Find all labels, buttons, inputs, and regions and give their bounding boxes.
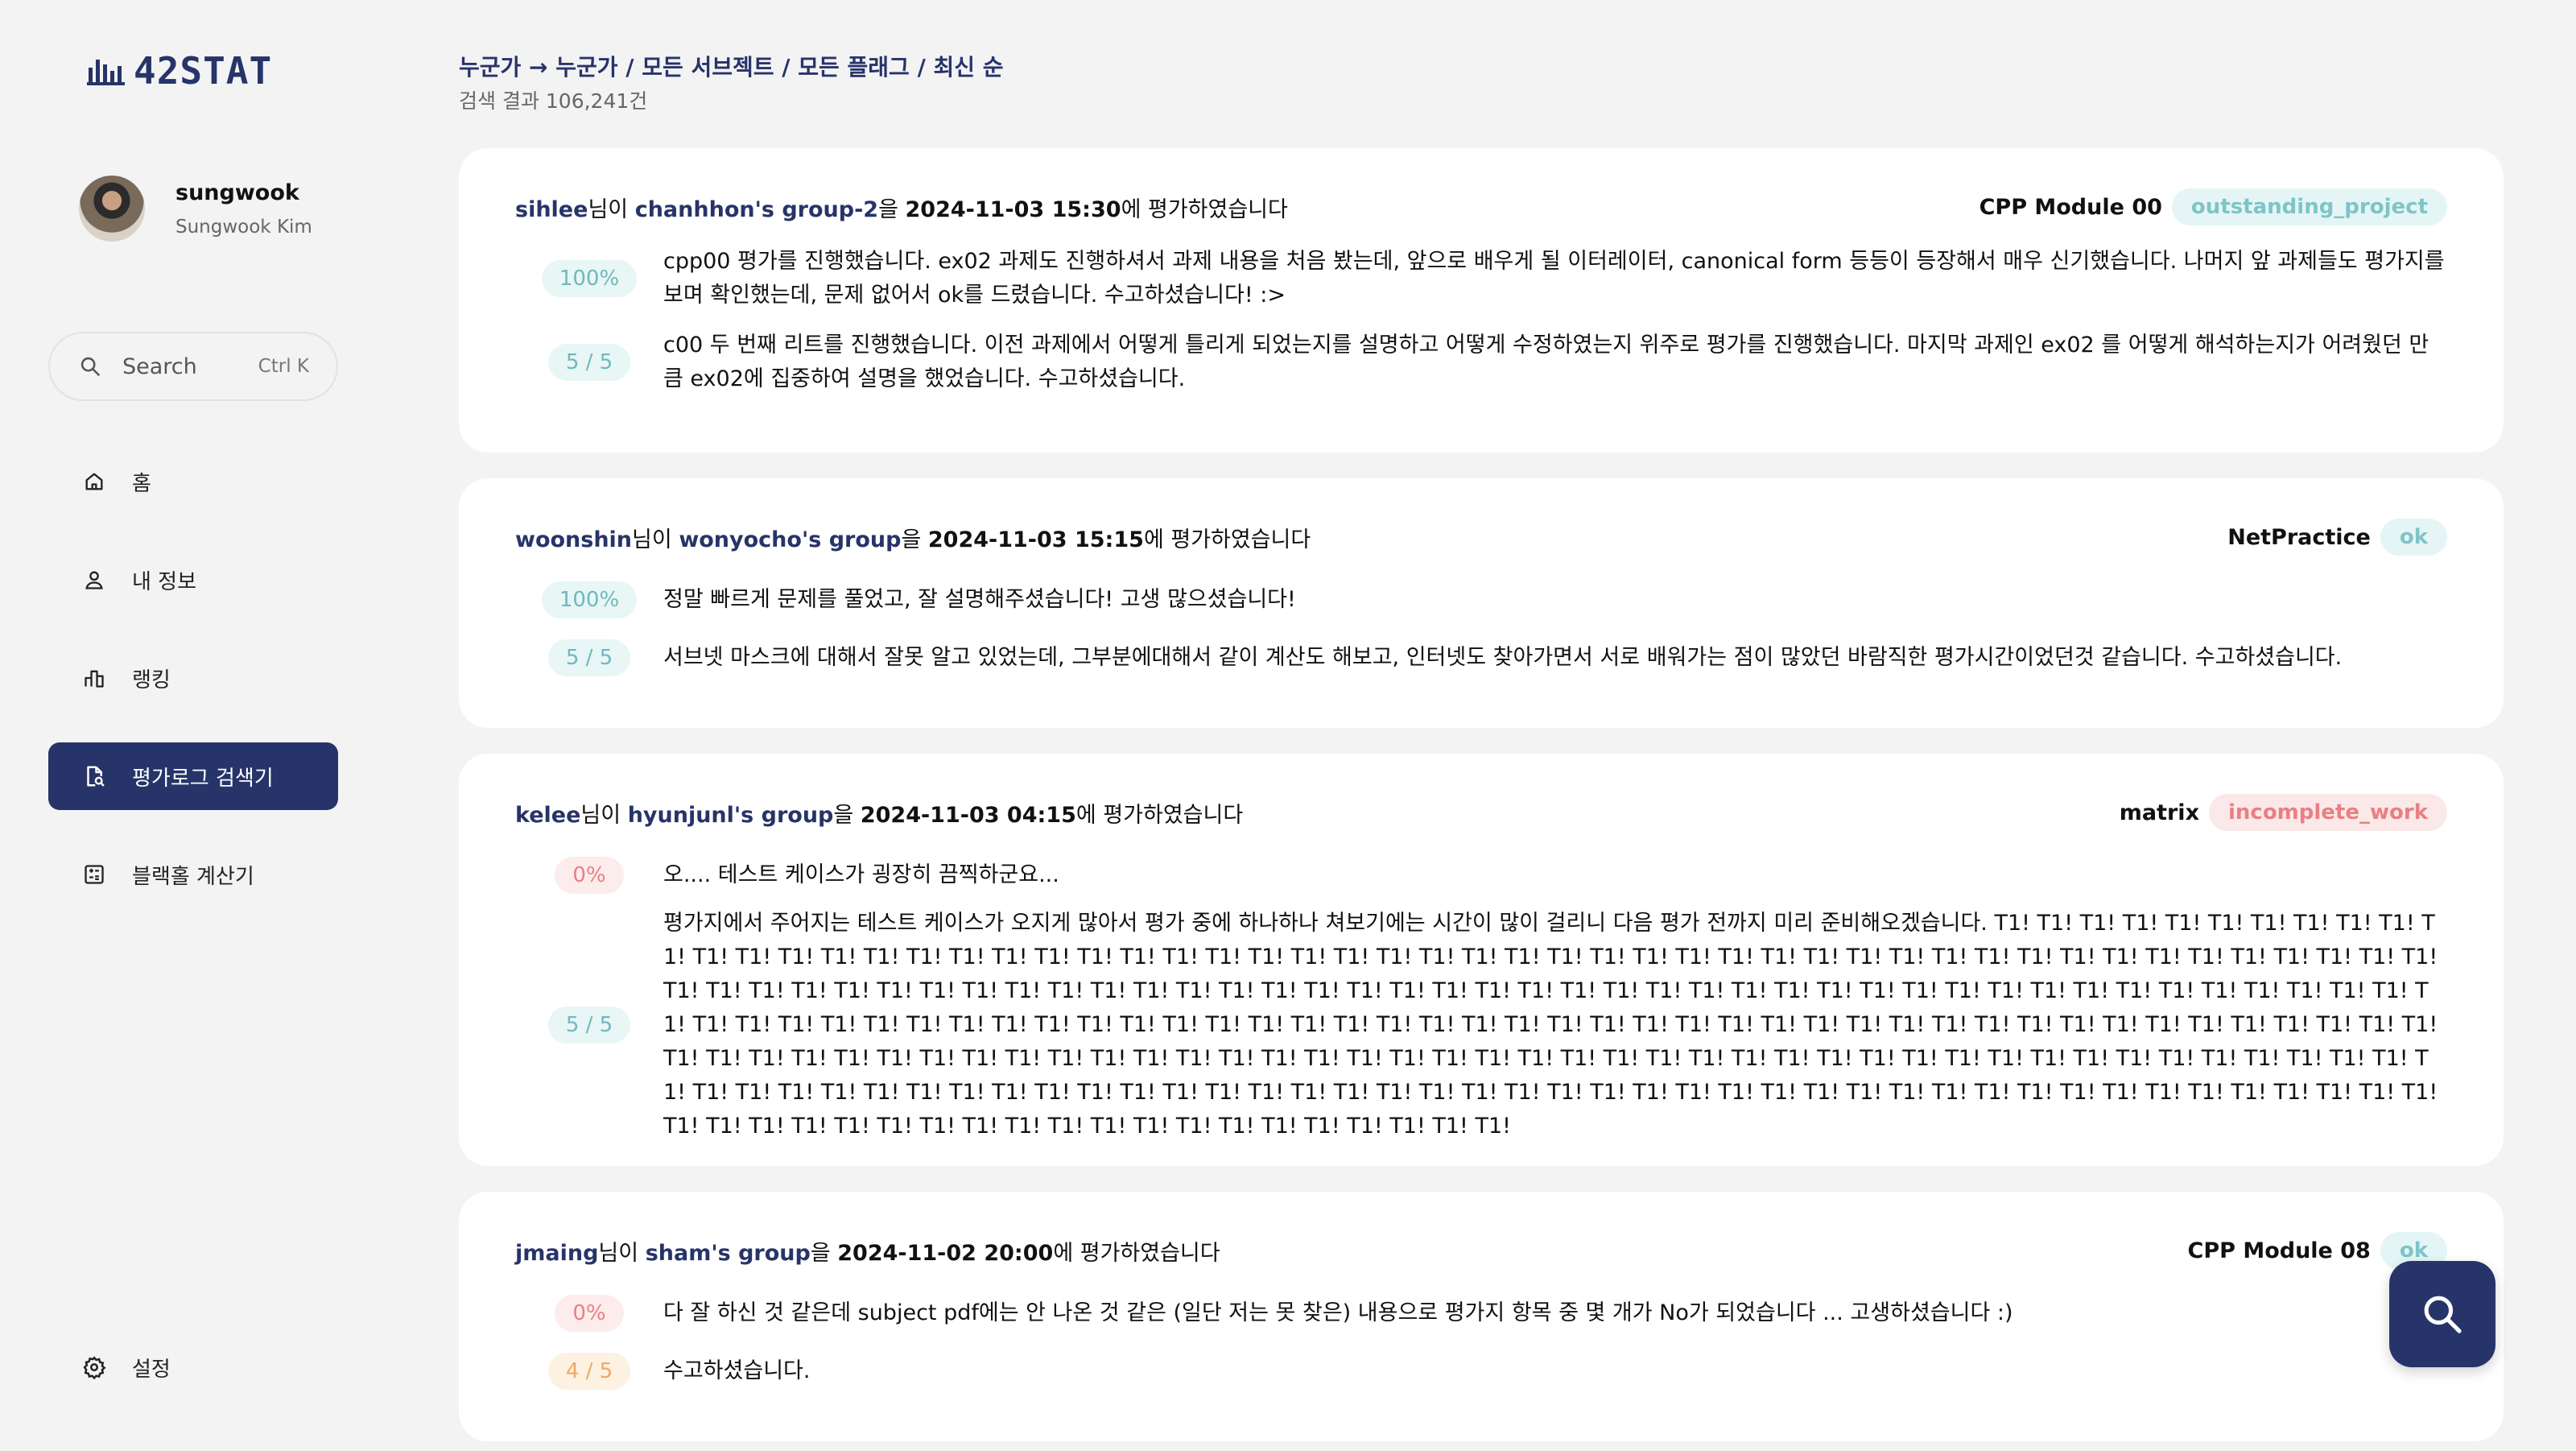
summary-text: 님이	[598, 1240, 646, 1266]
summary-text: 을	[878, 196, 906, 222]
team-link[interactable]: hyunjunl's group	[628, 803, 834, 828]
floating-search-button[interactable]	[2389, 1261, 2496, 1367]
summary-text: 에 평가하였습니다	[1075, 802, 1244, 828]
summary-text: 님이	[632, 527, 679, 552]
evaluation-card: woonshin님이 wonyocho's group을 2024-11-03 …	[459, 478, 2504, 728]
settings-area: 설정	[48, 1333, 338, 1432]
team-link[interactable]: sham's group	[646, 1241, 811, 1266]
logo[interactable]: 42STAT	[87, 49, 273, 93]
evaluation-summary: kelee님이 hyunjunl's group을 2024-11-03 04:…	[515, 797, 1243, 829]
evaluation-summary: jmaing님이 sham's group을 2024-11-02 20:00에…	[515, 1235, 1220, 1267]
summary-text: 님이	[580, 802, 628, 828]
project-name: matrix	[2119, 800, 2199, 825]
summary-text: 을	[833, 802, 861, 828]
calculator-icon	[80, 861, 108, 888]
nav-item-blackhole-calculator[interactable]: 블랙홀 계산기	[48, 841, 338, 908]
user-icon	[80, 566, 108, 593]
evaluation-card: kelee님이 hyunjunl's group을 2024-11-03 04:…	[459, 754, 2504, 1166]
team-link[interactable]: chanhhon's group-2	[635, 197, 878, 222]
nav-label: 블랙홀 계산기	[132, 864, 254, 889]
corrector-comment: 오.... 테스트 케이스가 굉장히 끔찍하군요...	[663, 862, 1059, 887]
summary-text: 에 평가하였습니다	[1121, 196, 1288, 222]
nav-item-home[interactable]: 홈	[48, 448, 338, 515]
chart-logo-icon	[87, 60, 125, 85]
evaluation-datetime: 2024-11-03 15:15	[927, 527, 1144, 552]
search-shortcut: Ctrl K	[258, 356, 309, 377]
score-badge: 0%	[555, 857, 624, 894]
summary-text: 님이	[588, 196, 635, 222]
feedback-badge: 4 / 5	[547, 1353, 631, 1390]
score-badge: 0%	[555, 1295, 624, 1332]
avatar[interactable]	[79, 176, 145, 242]
corrector-link[interactable]: woonshin	[515, 527, 632, 552]
profile[interactable]: sungwook Sungwook Kim	[79, 176, 312, 242]
feedback-badge: 5 / 5	[547, 344, 631, 381]
project-name: CPP Module 08	[2187, 1238, 2371, 1263]
nav-item-my-info[interactable]: 내 정보	[48, 546, 338, 614]
feedback-comment: c00 두 번째 리트를 진행했습니다. 이전 과제에서 어떻게 틀리게 되었는…	[663, 333, 2429, 391]
nav-item-eval-log-search[interactable]: 평가로그 검색기	[48, 742, 338, 810]
sidebar-nav: 홈 내 정보 랭킹 평가로그 검색기 블랙홀 계산기	[48, 448, 338, 939]
nav-item-settings[interactable]: 설정	[48, 1333, 338, 1401]
search-icon	[80, 357, 100, 376]
evaluation-datetime: 2024-11-02 20:00	[837, 1240, 1054, 1266]
score-badge: 100%	[541, 581, 638, 618]
feedback-comment: 평가지에서 주어지는 테스트 케이스가 오지게 많아서 평가 중에 하나하나 쳐…	[663, 911, 2438, 1139]
home-icon	[80, 468, 108, 495]
feedback-comment: 수고하셨습니다.	[663, 1358, 811, 1383]
logo-text: 42STAT	[134, 49, 273, 93]
summary-text: 을	[810, 1240, 838, 1266]
score-badge: 100%	[541, 260, 638, 297]
summary-text: 에 평가하였습니다	[1143, 527, 1311, 552]
search-icon	[2424, 1296, 2462, 1333]
evaluation-card: jmaing님이 sham's group을 2024-11-02 20:00에…	[459, 1192, 2504, 1441]
flag-badge: incomplete_work	[2208, 794, 2447, 831]
nav-label: 랭킹	[132, 668, 171, 692]
feedback-badge: 5 / 5	[547, 639, 631, 676]
search-button[interactable]: Search Ctrl K	[48, 332, 338, 401]
corrector-link[interactable]: kelee	[515, 803, 580, 828]
search-label: Search	[122, 353, 197, 379]
nav-label: 평가로그 검색기	[132, 766, 274, 791]
evaluation-summary: sihlee님이 chanhhon's group-2을 2024-11-03 …	[515, 192, 1288, 223]
evaluation-summary: woonshin님이 wonyocho's group을 2024-11-03 …	[515, 522, 1311, 553]
project-name: CPP Module 00	[1979, 194, 2162, 220]
profile-full-name: Sungwook Kim	[175, 216, 312, 238]
summary-text: 에 평가하였습니다	[1053, 1240, 1220, 1266]
corrector-comment: 다 잘 하신 것 같은데 subject pdf에는 안 나온 것 같은 (일단…	[663, 1300, 2013, 1325]
evaluation-datetime: 2024-11-03 04:15	[860, 802, 1076, 828]
breadcrumb[interactable]: 누군가 → 누군가 / 모든 서브젝트 / 모든 플래그 / 최신 순	[459, 50, 1004, 82]
corrector-comment: cpp00 평가를 진행했습니다. ex02 과제도 진행하셔서 과제 내용을 …	[663, 249, 2445, 308]
nav-label: 설정	[132, 1357, 171, 1382]
evaluation-datetime: 2024-11-03 15:30	[905, 196, 1121, 222]
flag-badge: outstanding_project	[2171, 188, 2447, 225]
project-name: NetPractice	[2227, 524, 2371, 550]
sidebar: 42STAT sungwook Sungwook Kim Search Ctrl…	[0, 0, 386, 1451]
feedback-badge: 5 / 5	[547, 1007, 631, 1044]
gear-icon	[80, 1354, 108, 1381]
search-document-icon	[80, 763, 108, 790]
corrector-comment: 정말 빠르게 문제를 풀었고, 잘 설명해주셨습니다! 고생 많으셨습니다!	[663, 587, 1296, 612]
evaluation-card: sihlee님이 chanhhon's group-2을 2024-11-03 …	[459, 148, 2504, 453]
flag-badge: ok	[2380, 519, 2447, 556]
corrector-link[interactable]: sihlee	[515, 197, 588, 222]
result-count: 검색 결과 106,241건	[459, 89, 648, 113]
ranking-icon	[80, 664, 108, 692]
feedback-comment: 서브넷 마스크에 대해서 잘못 알고 있었는데, 그부분에대해서 같이 계산도 …	[663, 645, 2343, 670]
summary-text: 을	[901, 527, 928, 552]
corrector-link[interactable]: jmaing	[515, 1241, 598, 1266]
nav-label: 내 정보	[132, 569, 197, 594]
profile-username: sungwook	[175, 180, 299, 205]
nav-item-ranking[interactable]: 랭킹	[48, 644, 338, 712]
nav-label: 홈	[132, 471, 151, 496]
team-link[interactable]: wonyocho's group	[679, 527, 901, 552]
